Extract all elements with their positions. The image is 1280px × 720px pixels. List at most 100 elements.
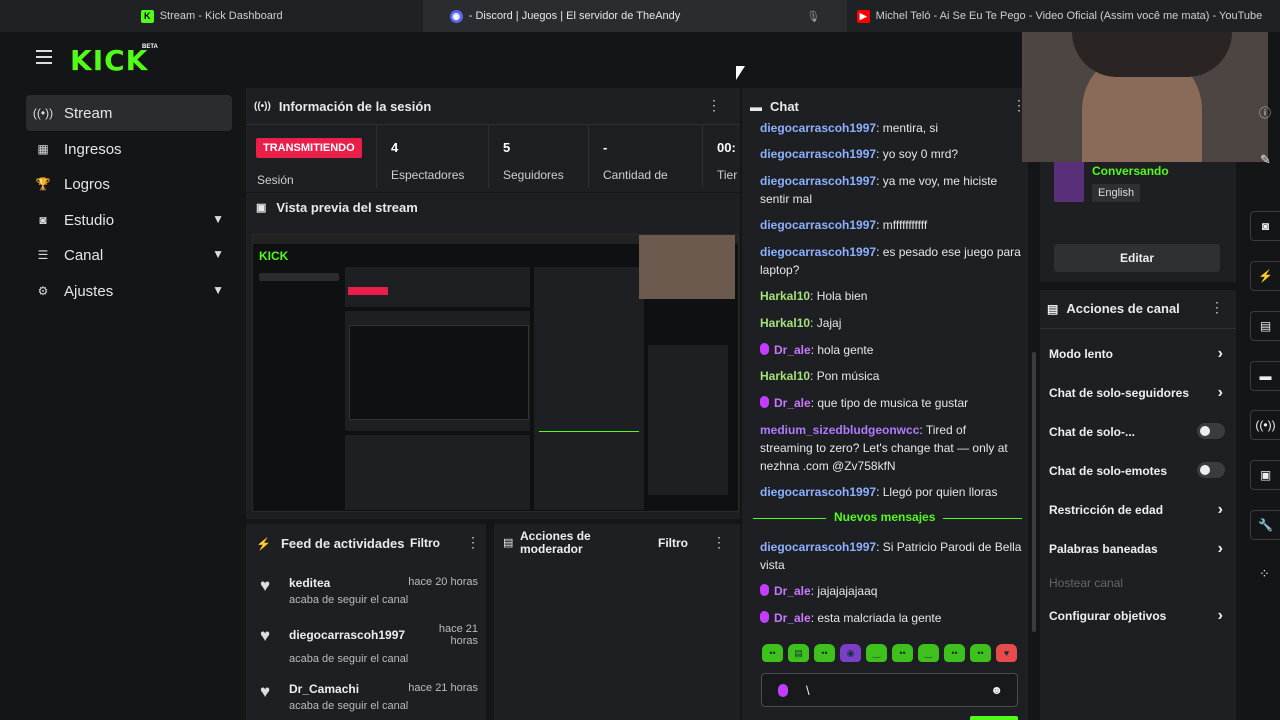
configure-goals-item[interactable]: Configurar objetivos › [1049,607,1229,624]
sidebar-item-ajustes[interactable]: ⚙ Ajustes ▼ [26,273,232,309]
chat-username[interactable]: diegocarrascoh1997 [760,121,876,135]
emotes-only-item: Chat de solo-emotes [1049,462,1229,478]
panel-title: Información de la sesión [278,99,432,114]
chat-text: : esta malcriada la gente [810,611,942,625]
kick-favicon-icon: K [140,9,154,23]
wrench-icon: 🔧 [1258,518,1273,532]
preview-nav-active [259,273,339,281]
panel-title: Acciones de canal [1066,301,1180,316]
chat-text: : Pon música [810,369,880,383]
filter-button[interactable]: Filtro [658,536,688,550]
browser-tab-kick[interactable]: K Stream - Kick Dashboard [0,0,423,32]
kick-logo[interactable]: KICK [70,44,148,77]
emote-icon[interactable]: ▤ [788,644,809,662]
youtube-favicon-icon: ▶ [856,9,870,23]
microphone-badge-icon [760,611,769,623]
sidebar: ((•)) Stream ▦ Ingresos 🏆 Logros ◙ Estud… [0,88,240,720]
chevron-right-icon: › [1217,607,1223,624]
chat-text: : que tipo de musica te gustar [810,396,969,410]
chat-username[interactable]: Dr_ale [774,584,811,598]
chat-username[interactable]: diegocarrascoh1997 [760,540,876,554]
send-button[interactable] [970,716,1018,720]
chat-input[interactable]: \ ☻ [761,673,1018,707]
stat-amount: - Cantidad de [588,124,702,188]
hamburger-menu-icon[interactable] [36,50,52,64]
subscribers-only-toggle[interactable] [1197,423,1225,439]
chat-username[interactable]: diegocarrascoh1997 [760,485,876,499]
slow-mode-item[interactable]: Modo lento › [1049,345,1229,362]
chat-username[interactable]: diegocarrascoh1997 [760,147,876,161]
chat-username[interactable]: diegocarrascoh1997 [760,174,876,188]
subscribers-only-item: Chat de solo-... [1049,423,1229,439]
chat-username[interactable]: Dr_ale [774,611,811,625]
sidebar-item-logros[interactable]: 🏆 Logros [26,166,232,202]
chat-scrollbar[interactable] [1032,352,1036,632]
chat-username[interactable]: Dr_ale [774,343,811,357]
stream-preview-video[interactable]: KICK [252,234,739,512]
quick-action-chat[interactable]: ▬ [1250,361,1280,391]
stat-label: Seguidores [503,168,564,182]
more-options-icon[interactable]: ⋮ [712,534,726,551]
more-options-icon[interactable]: ⋮ [707,97,721,114]
chat-username[interactable]: medium_sizedbludgeonwcc [760,423,919,437]
sidebar-item-label: Stream [64,104,113,122]
sidebar-item-canal[interactable]: ☰ Canal ▼ [26,237,232,273]
apps-icon[interactable]: ⁘ [1259,566,1270,582]
emote-icon[interactable]: ‿ [866,644,887,662]
emote-icon[interactable]: •• [762,644,783,662]
emoji-icon[interactable]: ☻ [990,683,1003,697]
quick-action-document[interactable]: ▤ [1250,311,1280,341]
more-options-icon[interactable]: ⋮ [1210,299,1224,316]
emote-icon[interactable]: ♥ [996,644,1017,662]
tab-title: Stream - Kick Dashboard [159,10,283,22]
quick-action-video[interactable]: ▣ [1250,460,1280,490]
preview-icon: ▣ [256,202,267,214]
pencil-icon[interactable]: ✎ [1260,152,1271,168]
chat-username[interactable]: Dr_ale [774,396,811,410]
edit-button[interactable]: Editar [1054,244,1220,272]
more-options-icon[interactable]: ⋮ [466,534,480,551]
chat-username[interactable]: Harkal10 [760,316,810,330]
filter-button[interactable]: Filtro [410,536,440,550]
browser-tab-youtube[interactable]: ▶ Michel Teló - Ai Se Eu Te Pego - Video… [847,0,1280,32]
banned-words-item[interactable]: Palabras baneadas › [1049,540,1229,557]
emote-icon[interactable]: •• [944,644,965,662]
host-channel-item: Hostear canal [1049,576,1229,590]
divider [1040,328,1236,329]
category-label[interactable]: Conversando [1092,164,1169,178]
microphone-badge-icon [760,343,769,355]
emote-icon[interactable]: ‿ [918,644,939,662]
sidebar-item-ingresos[interactable]: ▦ Ingresos [26,131,232,167]
sidebar-item-stream[interactable]: ((•)) Stream [26,95,232,131]
chat-bubble-icon: ▬ [1259,369,1272,383]
info-icon[interactable]: ⓘ [1259,104,1271,121]
chat-message: diegocarrascoh1997: Llegó por quien llor… [760,483,1022,501]
quick-action-lightning[interactable]: ⚡ [1250,261,1280,291]
emote-icon[interactable]: •• [892,644,913,662]
chat-text: : Hola bien [810,289,868,303]
chat-message: Harkal10: Hola bien [760,287,1022,305]
preview-new-divider [539,431,639,432]
stat-followers: 5 Seguidores [488,124,588,188]
chat-username[interactable]: diegocarrascoh1997 [760,245,876,259]
quick-action-broadcast[interactable]: ((•)) [1250,410,1280,440]
chat-message: Dr_ale: que tipo de musica te gustar [760,394,1022,412]
quick-action-camera[interactable]: ◙ [1250,211,1280,241]
age-restriction-item[interactable]: Restricción de edad › [1049,501,1229,518]
emotes-only-toggle[interactable] [1197,462,1225,478]
live-status-badge: TRANSMITIENDO [256,138,362,158]
emote-icon[interactable]: ◉ [840,644,861,662]
heart-icon: ♥ [260,682,271,701]
emote-icon[interactable]: •• [814,644,835,662]
chat-text: : jajajajajaaq [810,584,878,598]
quick-action-tools[interactable]: 🔧 [1250,510,1280,540]
chat-username[interactable]: Harkal10 [760,289,810,303]
emote-icon[interactable]: •• [970,644,991,662]
chat-username[interactable]: Harkal10 [760,369,810,383]
stat-value: 5 [503,140,511,155]
followers-only-item[interactable]: Chat de solo-seguidores › [1049,384,1229,401]
browser-tab-discord[interactable]: ◉ - Discord | Juegos | El servidor de Th… [423,0,847,32]
gear-icon: ⚙ [37,284,49,298]
sidebar-item-estudio[interactable]: ◙ Estudio ▼ [26,202,232,238]
chat-username[interactable]: diegocarrascoh1997 [760,218,876,232]
